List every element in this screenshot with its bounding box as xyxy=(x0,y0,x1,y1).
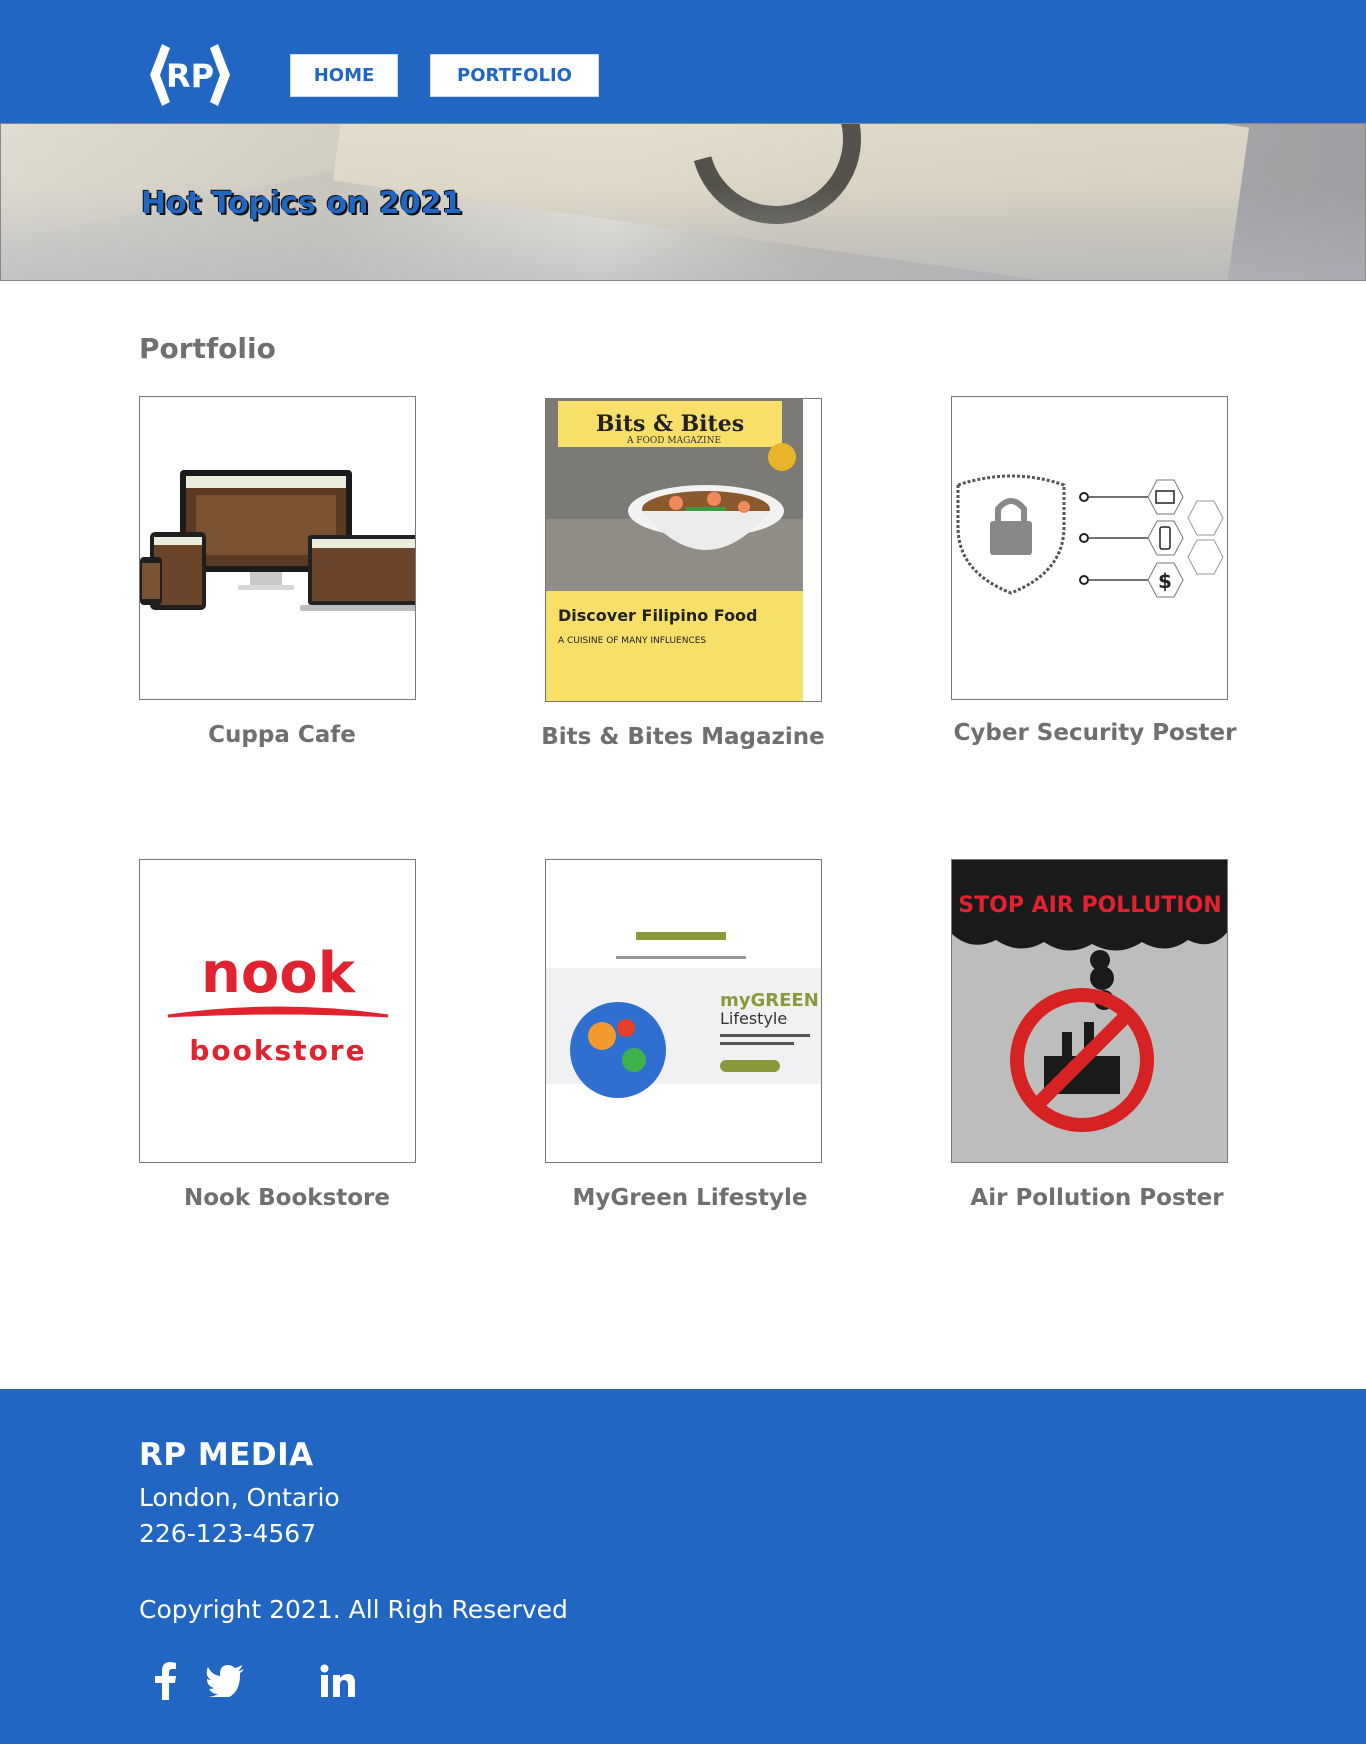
cover-title: Bits & Bites xyxy=(596,411,744,437)
footer-brand: RP MEDIA xyxy=(139,1437,314,1473)
air-pollution-poster-image: STOP AIR POLLUTION xyxy=(952,860,1227,1162)
caption-air-pollution[interactable]: Air Pollution Poster xyxy=(947,1185,1247,1211)
cuppa-cafe-devices-image xyxy=(140,470,415,611)
portfolio-heading: Portfolio xyxy=(139,332,276,365)
poster-headline: STOP AIR POLLUTION xyxy=(958,893,1221,918)
portfolio-card-mygreen-lifestyle[interactable]: myGREEN Lifestyle xyxy=(545,859,822,1163)
mygreen-hero-line1: myGREEN xyxy=(720,990,819,1011)
cyber-security-poster-image: $ xyxy=(956,474,1224,598)
caption-nook-bookstore[interactable]: Nook Bookstore xyxy=(137,1185,437,1211)
bits-bites-cover-image: Bits & Bites A FOOD MAGAZINE Discover Fi… xyxy=(546,399,803,701)
caption-cuppa-cafe[interactable]: Cuppa Cafe xyxy=(132,722,432,748)
caption-bits-bites[interactable]: Bits & Bites Magazine xyxy=(533,724,833,750)
logo-text: RP xyxy=(166,57,214,95)
nook-bookstore-logo-image: nook bookstore xyxy=(167,941,389,1067)
hero-banner: Hot Topics on 2021 xyxy=(0,123,1366,281)
cover-tagline: A CUISINE OF MANY INFLUENCES xyxy=(558,636,706,646)
portfolio-card-bits-bites[interactable]: Bits & Bites A FOOD MAGAZINE Discover Fi… xyxy=(545,398,822,702)
nav-home-button[interactable]: HOME xyxy=(290,54,398,97)
portfolio-card-air-pollution[interactable]: STOP AIR POLLUTION xyxy=(951,859,1228,1163)
cover-subtitle: A FOOD MAGAZINE xyxy=(626,436,721,446)
facebook-icon[interactable] xyxy=(143,1659,187,1703)
linkedin-icon[interactable] xyxy=(316,1659,360,1703)
cover-heading: Discover Filipino Food xyxy=(558,606,758,625)
rp-logo[interactable]: RP xyxy=(148,42,232,108)
caption-mygreen-lifestyle[interactable]: MyGreen Lifestyle xyxy=(540,1185,840,1211)
footer-city: London, Ontario xyxy=(139,1483,340,1512)
twitter-icon[interactable] xyxy=(203,1659,247,1703)
portfolio-card-nook-bookstore[interactable]: nook bookstore xyxy=(139,859,416,1163)
site-footer: RP MEDIA London, Ontario 226-123-4567 Co… xyxy=(0,1389,1366,1744)
nook-logo-word: nook xyxy=(201,941,357,1006)
mygreen-lifestyle-site-image: myGREEN Lifestyle xyxy=(546,920,821,1098)
portfolio-card-cyber-security[interactable]: $ xyxy=(951,396,1228,700)
mygreen-hero-line2: Lifestyle xyxy=(720,1009,787,1028)
nook-logo-sub: bookstore xyxy=(189,1034,366,1067)
footer-phone: 226-123-4567 xyxy=(139,1519,317,1548)
portfolio-card-cuppa-cafe[interactable] xyxy=(139,396,416,700)
footer-copyright: Copyright 2021. All Righ Reserved xyxy=(139,1595,568,1624)
banner-title: Hot Topics on 2021 xyxy=(141,186,463,221)
nav-portfolio-button[interactable]: PORTFOLIO xyxy=(430,54,599,97)
caption-cyber-security[interactable]: Cyber Security Poster xyxy=(945,720,1245,746)
svg-text:$: $ xyxy=(1158,569,1172,593)
site-header: RP HOME PORTFOLIO xyxy=(0,0,1366,123)
